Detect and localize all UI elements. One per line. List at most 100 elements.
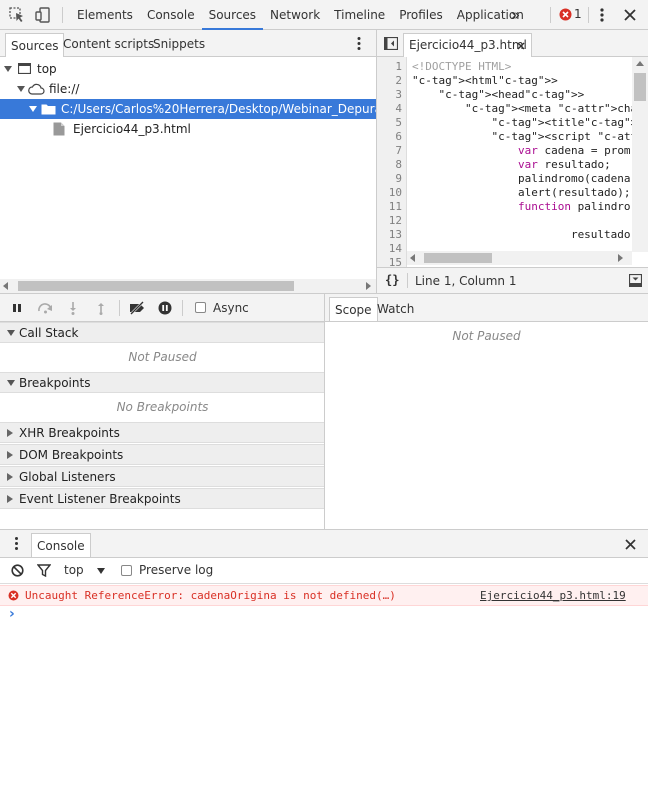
scroll-up-icon[interactable] [636, 61, 644, 66]
status-divider [407, 273, 408, 288]
tab-console[interactable]: Console [140, 0, 202, 30]
debugger-toolbar: Async [0, 294, 325, 322]
document-icon [53, 122, 65, 136]
filter-icon[interactable] [37, 564, 51, 577]
code-line: function palindro [517, 200, 631, 213]
step-into-icon[interactable] [68, 301, 78, 315]
line-number[interactable]: 10 [377, 186, 402, 199]
clear-console-icon[interactable] [11, 564, 24, 577]
call-stack-header[interactable]: Call Stack [0, 322, 325, 343]
line-number[interactable]: 11 [377, 200, 402, 213]
tree-item-label: C:/Users/Carlos%20Herrera/Desktop/Webina… [61, 102, 376, 116]
tab-console-drawer[interactable]: Console [31, 533, 91, 557]
close-tab-icon[interactable] [517, 42, 525, 50]
more-icon[interactable] [599, 7, 605, 23]
dom-breakpoints-header[interactable]: DOM Breakpoints [0, 444, 325, 465]
tab-timeline[interactable]: Timeline [327, 0, 392, 30]
context-selector[interactable]: top [64, 563, 84, 577]
tree-item-label: top [37, 62, 57, 76]
navigator-horizontal-scrollbar[interactable] [0, 279, 376, 293]
line-number[interactable]: 2 [377, 74, 402, 87]
line-number[interactable]: 7 [377, 144, 402, 157]
tree-item-top[interactable]: top [0, 59, 376, 79]
deactivate-breakpoints-icon[interactable] [128, 301, 146, 315]
pause-on-exceptions-icon[interactable] [158, 301, 172, 315]
inspect-icon[interactable] [9, 7, 25, 23]
scroll-right-icon[interactable] [366, 282, 371, 290]
async-label: Async [213, 301, 249, 315]
pretty-print-button[interactable]: {} [385, 273, 399, 287]
close-icon[interactable] [624, 9, 636, 21]
tree-item-file[interactable]: Ejercicio44_p3.html [0, 119, 376, 139]
step-over-icon[interactable] [37, 302, 54, 314]
tab-content-scripts[interactable]: Content scripts [58, 32, 159, 56]
editor-vertical-scrollbar[interactable] [632, 57, 648, 252]
section-title: Event Listener Breakpoints [19, 492, 181, 506]
breakpoints-header[interactable]: Breakpoints [0, 372, 325, 393]
prompt-chevron-icon: › [9, 606, 15, 622]
line-number[interactable]: 13 [377, 228, 402, 241]
panel-tabs: Elements Console Sources Network Timelin… [70, 0, 531, 30]
tab-network[interactable]: Network [263, 0, 327, 30]
scrollbar-thumb[interactable] [18, 281, 294, 291]
more-tabs-button[interactable]: » [511, 6, 520, 24]
tree-item-file-scheme[interactable]: file:// [0, 79, 376, 99]
line-number[interactable]: 15 [377, 256, 402, 267]
error-icon [559, 8, 572, 21]
line-number[interactable]: 14 [377, 242, 402, 255]
line-number[interactable]: 4 [377, 102, 402, 115]
device-icon[interactable] [35, 7, 51, 23]
line-number[interactable]: 6 [377, 130, 402, 143]
line-number[interactable]: 1 [377, 60, 402, 73]
drawer-menu-icon[interactable] [14, 536, 19, 551]
scroll-left-icon[interactable] [410, 254, 415, 262]
event-listener-breakpoints-header[interactable]: Event Listener Breakpoints [0, 488, 325, 509]
code-editor[interactable]: 1 2 3 4 5 6 7 8 9 10 11 12 13 14 15 <!DOCTYPE HTML> "c-… [377, 57, 648, 267]
line-number[interactable]: 8 [377, 158, 402, 171]
line-number[interactable]: 5 [377, 116, 402, 129]
cloud-icon [28, 83, 45, 95]
drawer-tabs: Console [0, 530, 648, 558]
tab-sources[interactable]: Sources [201, 0, 264, 30]
tab-snippets[interactable]: Snippets [148, 32, 210, 56]
close-drawer-icon[interactable] [625, 539, 636, 550]
editor-horizontal-scrollbar[interactable] [407, 251, 632, 265]
scroll-right-icon[interactable] [618, 254, 623, 262]
global-listeners-header[interactable]: Global Listeners [0, 466, 325, 487]
tab-watch[interactable]: Watch [372, 297, 419, 321]
line-gutter: 1 2 3 4 5 6 7 8 9 10 11 12 13 14 15 [377, 57, 407, 267]
line-number[interactable]: 9 [377, 172, 402, 185]
line-number[interactable]: 12 [377, 214, 402, 227]
editor-tab-file[interactable]: Ejercicio44_p3.html [403, 33, 532, 57]
toggle-navigator-icon[interactable] [384, 37, 398, 50]
code-line: "c-tag"><meta "c-attr">charset="UTF-8" "… [464, 102, 648, 115]
error-source-link[interactable]: Ejercicio44_p3.html:19 [480, 589, 626, 602]
scrollbar-thumb[interactable] [634, 73, 646, 101]
error-counter[interactable] [559, 8, 573, 22]
tree-item-label: Ejercicio44_p3.html [73, 122, 191, 136]
console-toolbar: top Preserve log [0, 558, 648, 584]
preserve-log-checkbox[interactable] [121, 565, 132, 576]
console-prompt[interactable]: › [0, 606, 648, 624]
line-number[interactable]: 3 [377, 88, 402, 101]
toolbar-divider [550, 7, 551, 23]
cursor-position: Line 1, Column 1 [415, 274, 517, 288]
async-checkbox[interactable] [195, 302, 206, 313]
xhr-breakpoints-header[interactable]: XHR Breakpoints [0, 422, 325, 443]
toolbar-divider [62, 7, 63, 23]
error-text: Uncaught ReferenceError: cadenaOrigina i… [25, 589, 396, 602]
pause-icon[interactable] [12, 303, 22, 313]
tab-profiles[interactable]: Profiles [392, 0, 450, 30]
step-out-icon[interactable] [96, 301, 106, 315]
tab-scope[interactable]: Scope [329, 297, 378, 321]
scrollbar-thumb[interactable] [424, 253, 492, 263]
navigator-menu-icon[interactable] [356, 36, 362, 51]
collapsed-arrow-icon [7, 429, 13, 437]
chevron-down-icon[interactable] [97, 568, 105, 574]
tree-item-folder[interactable]: C:/Users/Carlos%20Herrera/Desktop/Webina… [0, 99, 376, 119]
tab-sources-nav[interactable]: Sources [5, 33, 65, 57]
code-line: palindromo(cadena [412, 172, 631, 185]
toggle-debugger-sidebar-icon[interactable] [629, 274, 642, 287]
tab-elements[interactable]: Elements [70, 0, 140, 30]
scroll-left-icon[interactable] [3, 282, 8, 290]
